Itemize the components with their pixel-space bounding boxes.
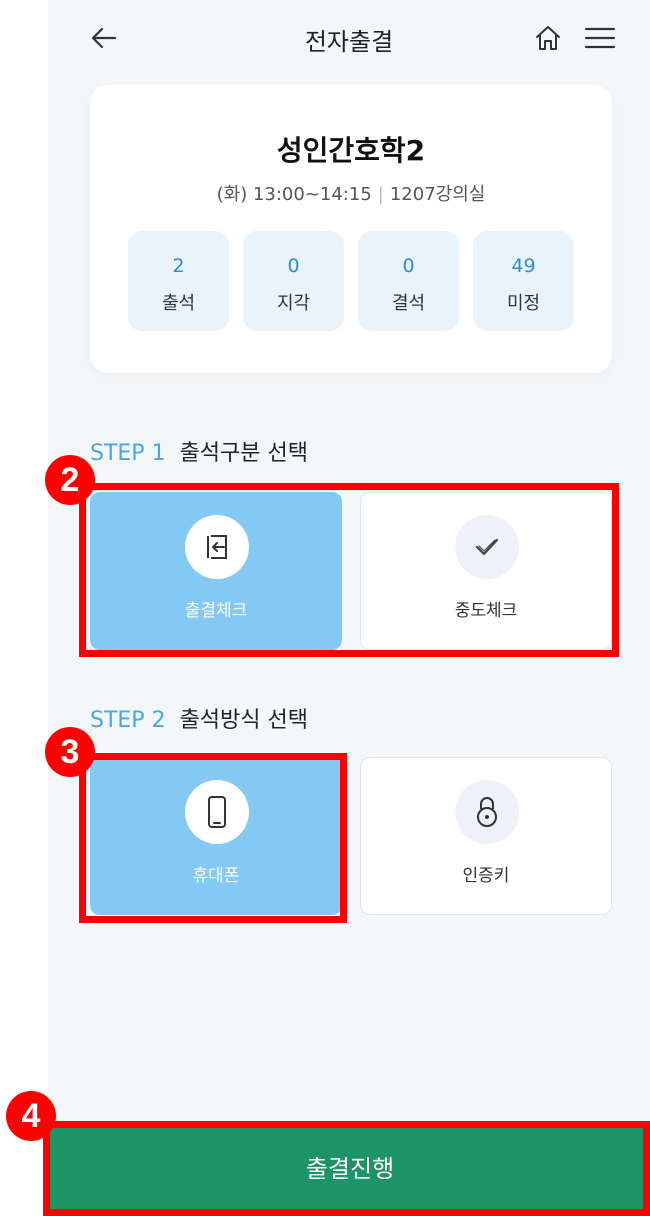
stat-label: 미정 — [506, 293, 541, 314]
step1-title: 출석구분 선택 — [179, 441, 308, 466]
step2-title: 출석방식 선택 — [179, 708, 308, 733]
home-button[interactable] — [532, 22, 564, 54]
annotation-box-2 — [79, 483, 619, 657]
course-schedule: (화) 13:00~14:15 — [216, 184, 372, 205]
stat-label: 결석 — [391, 293, 426, 314]
stat-label: 지각 — [276, 293, 311, 314]
stat-value: 0 — [402, 255, 415, 277]
home-icon — [536, 26, 560, 50]
stat-value: 2 — [172, 255, 185, 277]
stat-absent: 0 결석 — [358, 231, 459, 331]
course-title: 성인간호학2 — [276, 134, 426, 167]
course-card: 성인간호학2 (화) 13:00~14:15 | 1207강의실 2 출석 0 지각… — [90, 85, 612, 373]
header: 전자출결 — [48, 0, 650, 80]
hamburger-menu-icon — [584, 27, 616, 49]
annotation-badge-3: 3 — [45, 727, 95, 777]
annotation-box-4 — [43, 1121, 650, 1216]
annotation-badge-2: 2 — [45, 455, 95, 505]
padlock-icon — [455, 780, 519, 844]
stat-value: 0 — [287, 255, 300, 277]
stat-label: 출석 — [161, 293, 196, 314]
stat-undecided: 49 미정 — [473, 231, 574, 331]
course-schedule-line: (화) 13:00~14:15 | 1207강의실 — [90, 180, 612, 206]
step1-heading: STEP 1 출석구분 선택 — [90, 435, 308, 467]
attendance-stats: 2 출석 0 지각 0 결석 49 미정 — [128, 231, 574, 331]
menu-button[interactable] — [582, 22, 618, 54]
step2-heading: STEP 2 출석방식 선택 — [90, 702, 308, 734]
annotation-box-3 — [79, 753, 347, 923]
course-room: 1207강의실 — [389, 184, 486, 205]
option-auth-key[interactable]: 인증키 — [360, 757, 612, 915]
annotation-badge-4: 4 — [6, 1091, 56, 1141]
stat-present: 2 출석 — [128, 231, 229, 331]
stat-late: 0 지각 — [243, 231, 344, 331]
option-label: 인증키 — [462, 866, 510, 886]
step2-number: STEP 2 — [90, 708, 166, 733]
stat-value: 49 — [511, 255, 536, 277]
separator: | — [377, 184, 384, 205]
step1-number: STEP 1 — [90, 441, 166, 466]
